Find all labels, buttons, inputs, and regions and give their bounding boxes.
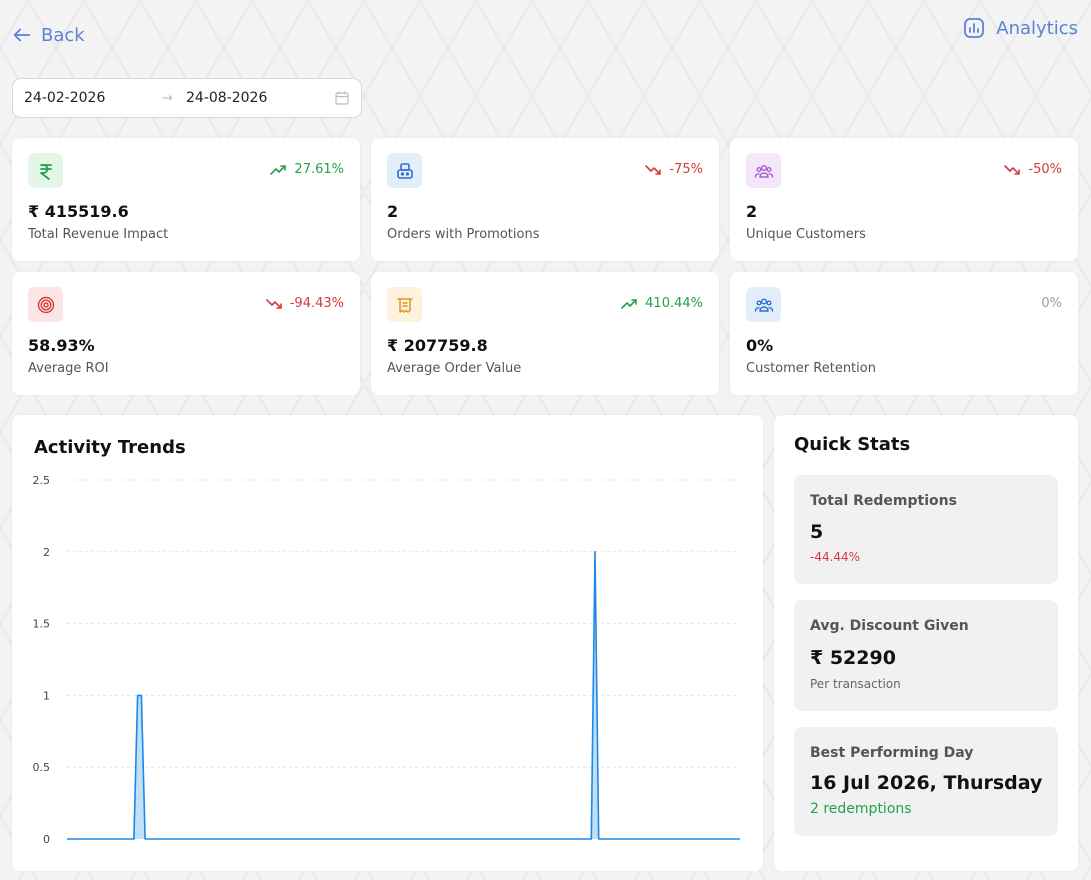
avg-discount-value: ₹ 52290 <box>810 647 896 669</box>
rupee-icon <box>28 153 63 188</box>
stat-card-aov: 410.44% ₹ 207759.8 Average Order Value <box>371 272 719 395</box>
stat-card-orders: -75% 2 Orders with Promotions <box>371 138 719 261</box>
analytics-header: Analytics <box>962 16 1078 40</box>
stat-trend: 0% <box>1041 296 1062 311</box>
stat-label: Average ROI <box>28 361 109 376</box>
total-redemptions-value: 5 <box>810 521 824 543</box>
date-separator: → <box>162 90 173 106</box>
analytics-label: Analytics <box>996 17 1078 39</box>
back-label: Back <box>41 24 85 46</box>
chart-bars-icon <box>964 18 985 38</box>
stat-value: 2 <box>746 202 758 221</box>
stat-value: ₹ 207759.8 <box>387 336 488 355</box>
stat-card-customers: -50% 2 Unique Customers <box>730 138 1078 261</box>
users-icon <box>746 153 781 188</box>
stat-value: 58.93% <box>28 336 95 355</box>
stat-trend: 27.61% <box>270 162 344 177</box>
stat-card-roi: -94.43% 58.93% Average ROI <box>12 272 360 395</box>
stat-change: -94.43% <box>289 296 344 311</box>
stat-label: Orders with Promotions <box>387 227 540 242</box>
end-date[interactable]: 24-08-2026 <box>186 90 334 106</box>
stat-label: Average Order Value <box>387 361 522 376</box>
total-redemptions-box: Total Redemptions 5 -44.44% <box>794 475 1058 584</box>
best-day-title: Best Performing Day <box>810 745 974 761</box>
stat-trend: -50% <box>1004 162 1062 177</box>
stat-label: Unique Customers <box>746 227 866 242</box>
arrow-left-icon <box>13 28 31 42</box>
date-range-picker[interactable]: 24-02-2026 → 24-08-2026 <box>12 78 362 118</box>
quick-stats-title: Quick Stats <box>794 434 911 455</box>
trend-up-icon <box>270 164 287 175</box>
activity-trends-card: Activity Trends 0 0.5 1 1.5 2 2.5 <box>12 415 763 871</box>
stat-trend: 410.44% <box>621 296 703 311</box>
quick-stats-card: Quick Stats Total Redemptions 5 -44.44% … <box>774 415 1078 871</box>
team-icon <box>746 287 781 322</box>
target-icon <box>28 287 63 322</box>
avg-discount-box: Avg. Discount Given ₹ 52290 Per transact… <box>794 600 1058 711</box>
y-tick-label: 0 <box>43 833 50 846</box>
stat-card-revenue: 27.61% ₹ 415519.6 Total Revenue Impact <box>12 138 360 261</box>
stat-trend: -75% <box>645 162 703 177</box>
activity-chart: 0 0.5 1 1.5 2 2.5 <box>33 474 740 846</box>
trend-down-icon <box>265 298 282 309</box>
receipt-icon <box>387 287 422 322</box>
y-tick-label: 2.5 <box>33 474 51 487</box>
best-day-sub: 2 redemptions <box>810 801 912 817</box>
trend-up-icon <box>621 298 637 309</box>
y-tick-label: 1 <box>43 689 50 702</box>
trend-down-icon <box>1004 164 1021 175</box>
stat-change: 0% <box>1041 296 1062 311</box>
stat-label: Total Revenue Impact <box>28 227 169 242</box>
stat-value: 2 <box>387 202 399 221</box>
avg-discount-sub: Per transaction <box>810 677 901 691</box>
stat-change: 410.44% <box>645 296 703 311</box>
calendar-icon[interactable] <box>334 90 350 106</box>
promotion-icon <box>387 153 422 188</box>
y-tick-label: 2 <box>43 546 50 559</box>
stat-change: 27.61% <box>294 162 344 177</box>
best-day-box: Best Performing Day 16 Jul 2026, Thursda… <box>794 727 1058 836</box>
stat-change: -75% <box>669 162 703 177</box>
total-redemptions-change: -44.44% <box>810 550 861 564</box>
back-button[interactable]: Back <box>11 24 85 46</box>
trend-down-icon <box>645 164 662 175</box>
stat-change: -50% <box>1028 162 1062 177</box>
avg-discount-title: Avg. Discount Given <box>810 618 969 634</box>
start-date[interactable]: 24-02-2026 <box>24 90 162 106</box>
y-tick-label: 0.5 <box>33 761 51 774</box>
stat-label: Customer Retention <box>746 361 876 376</box>
total-redemptions-title: Total Redemptions <box>810 493 957 509</box>
y-tick-label: 1.5 <box>33 618 51 631</box>
stat-card-retention: 0% 0% Customer Retention <box>730 272 1078 395</box>
stat-trend: -94.43% <box>265 296 344 311</box>
best-day-value: 16 Jul 2026, Thursday <box>810 772 1043 794</box>
stat-value: ₹ 415519.6 <box>28 202 129 221</box>
stat-value: 0% <box>746 336 774 355</box>
